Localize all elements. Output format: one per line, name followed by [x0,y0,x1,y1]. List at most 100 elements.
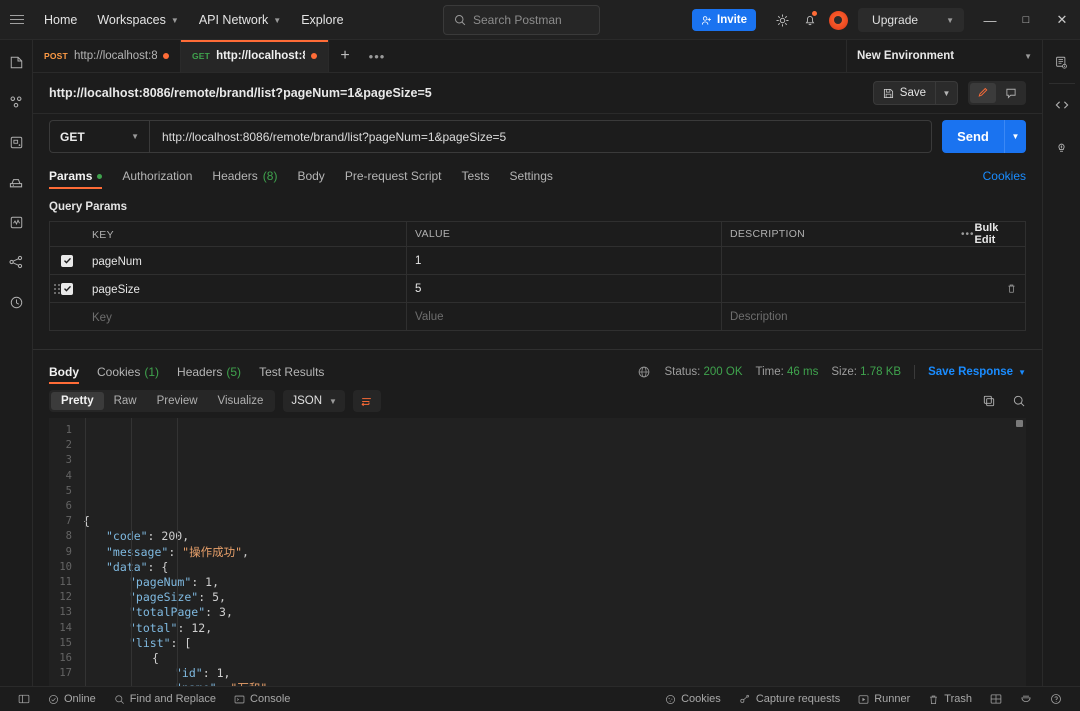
save-label: Save [899,87,926,99]
wrap-lines-button[interactable] [352,390,381,412]
nav-item-label: Home [44,12,78,27]
response-tab-body[interactable]: Body [49,358,88,386]
environments-icon[interactable] [4,130,28,154]
comment-icon [1006,88,1016,99]
copy-icon[interactable] [982,394,996,408]
online-status[interactable]: Online [39,687,105,711]
line-number: 17 [59,667,72,680]
line-number: 4 [65,469,72,482]
comment-button[interactable] [998,83,1024,103]
edit-mode-button[interactable] [970,83,996,103]
find-and-replace-button[interactable]: Find and Replace [105,687,225,711]
search-icon [455,15,466,26]
nav-item-api-network[interactable]: API Network ▼ [189,0,291,40]
settings-button[interactable] [768,0,796,40]
trash-button[interactable]: Trash [919,687,981,711]
console-button[interactable]: Console [225,687,299,711]
new-tab-button[interactable]: + [329,40,361,72]
tab-settings[interactable]: Settings [500,163,563,189]
http-method-select[interactable]: GET ▼ [49,120,149,153]
environment-selector[interactable]: New Environment ▼ [846,40,1042,72]
documentation-bulb-icon[interactable] [1050,135,1074,159]
help-button[interactable] [1041,687,1071,711]
monitors-icon[interactable] [4,210,28,234]
code-line: "id": 1, [175,666,231,681]
view-mode-pretty[interactable]: Pretty [51,392,104,410]
table-row[interactable]: pageNum 1 [50,247,1025,275]
response-tab-headers[interactable]: Headers (5) [168,358,250,386]
bulk-edit-button[interactable]: Bulk Edit [975,222,1017,246]
nav-item-home[interactable]: Home [34,0,87,40]
mock-servers-icon[interactable] [4,170,28,194]
minimize-button[interactable]: — [972,0,1008,40]
tab-headers[interactable]: Headers (8) [202,163,287,189]
params-present-indicator [97,173,103,179]
row-checkbox[interactable] [61,282,73,295]
drag-handle-icon[interactable] [54,283,60,294]
close-button[interactable]: ✕ [1044,0,1080,40]
tab-label: Settings [509,169,553,183]
code-line: "list": [ [129,635,192,650]
environment-quick-look-icon[interactable] [1050,50,1074,74]
url-input[interactable]: http://localhost:8086/remote/brand/list?… [149,120,932,153]
view-mode-raw[interactable]: Raw [104,392,147,410]
user-avatar[interactable] [824,0,852,40]
global-search[interactable]: Search Postman [443,5,600,35]
layout-button[interactable] [981,687,1011,711]
history-icon[interactable] [4,290,28,314]
send-button[interactable]: Send [942,120,1004,153]
nav-item-explore[interactable]: Explore [291,0,353,40]
row-checkbox[interactable] [61,254,73,267]
capture-requests-button[interactable]: Capture requests [730,687,849,711]
nav-item-label: API Network [198,12,269,27]
response-view-mode-group: Pretty Raw Preview Visualize [49,390,276,412]
response-scrollbar[interactable] [1016,418,1025,686]
request-tab-post[interactable]: POST http://localhost:8086/ [33,40,181,72]
tab-label: Body [49,365,79,379]
runner-button[interactable]: Runner [849,687,919,711]
console-label: Console [250,693,291,705]
cookies-link[interactable]: Cookies [983,163,1026,189]
search-icon [115,694,124,704]
view-mode-visualize[interactable]: Visualize [208,392,274,410]
tab-body[interactable]: Body [287,163,334,189]
save-options-button[interactable]: ▼ [936,81,958,105]
tab-tests[interactable]: Tests [452,163,500,189]
delete-row-icon[interactable] [1006,283,1017,294]
save-response-button[interactable]: Save Response ▼ [928,366,1026,378]
tab-pre-request-script[interactable]: Pre-request Script [335,163,452,189]
response-format-select[interactable]: JSON ▼ [283,390,345,412]
cookies-button[interactable]: Cookies [656,687,730,711]
response-tab-cookies[interactable]: Cookies (1) [88,358,168,386]
response-body-viewer[interactable]: 1 2 3 4 5 6 7 8 9 10 11 12 13 14 15 16 17 {"code": 200, "… [49,418,1026,686]
tab-params[interactable]: Params [49,163,112,189]
table-options-icon[interactable]: ••• [961,229,975,240]
scrollbar-thumb[interactable] [1016,420,1023,427]
send-options-button[interactable]: ▼ [1004,120,1026,153]
response-tab-test-results[interactable]: Test Results [250,358,333,386]
apis-icon[interactable] [4,90,28,114]
tab-more-button[interactable]: ••• [361,40,393,72]
line-number: 12 [59,591,72,604]
theme-button[interactable] [1011,687,1041,711]
column-header-description: DESCRIPTION [730,228,806,240]
sidebar-toggle-button[interactable] [9,687,39,711]
maximize-button[interactable]: □ [1008,0,1044,40]
table-row[interactable]: pageSize 5 [50,275,1025,303]
search-icon[interactable] [1012,394,1026,408]
request-tab-get[interactable]: GET http://localhost:8086/r [181,40,329,72]
table-row-placeholder[interactable]: Key Value Description [50,303,1025,331]
hamburger-icon[interactable] [0,0,34,40]
code-snippet-icon[interactable] [1050,93,1074,117]
view-mode-preview[interactable]: Preview [147,392,208,410]
collections-icon[interactable] [4,50,28,74]
invite-button[interactable]: Invite [692,9,757,31]
notifications-button[interactable] [796,0,824,40]
flows-icon[interactable] [4,250,28,274]
save-button[interactable]: Save [872,81,936,105]
upgrade-button[interactable]: Upgrade ▼ [858,8,964,32]
nav-item-workspaces[interactable]: Workspaces ▼ [87,0,188,40]
tab-url: http://localhost:8086/ [73,50,157,62]
pane-divider[interactable] [33,349,1042,350]
tab-authorization[interactable]: Authorization [112,163,202,189]
